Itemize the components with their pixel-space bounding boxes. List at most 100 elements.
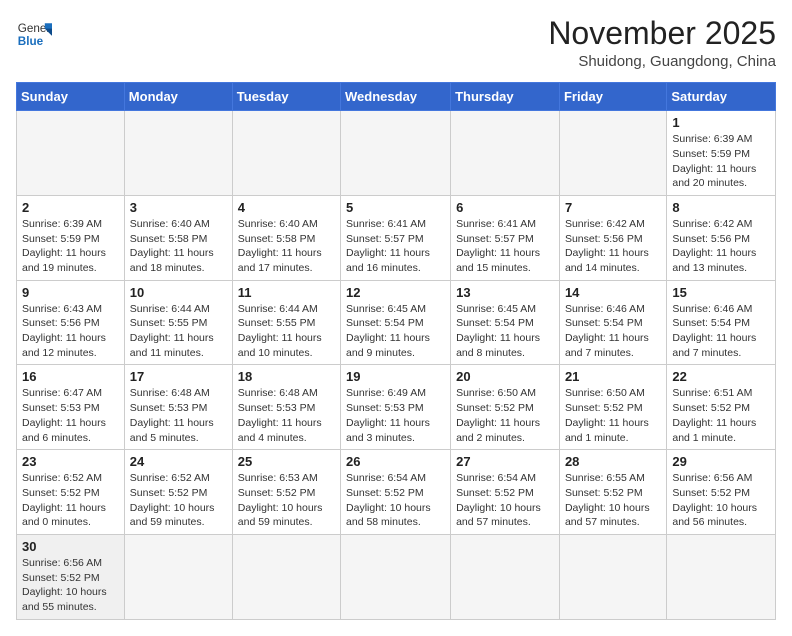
calendar-cell: 24 Sunrise: 6:52 AM Sunset: 5:52 PM Dayli…	[124, 450, 232, 535]
page-header: General Blue November 2025 Shuidong, Gua…	[16, 16, 776, 70]
weekday-header-sunday: Sunday	[17, 83, 125, 111]
day-info: Sunrise: 6:51 AM Sunset: 5:52 PM Dayligh…	[672, 386, 770, 445]
calendar-cell: 2 Sunrise: 6:39 AM Sunset: 5:59 PM Daylig…	[17, 195, 125, 280]
logo: General Blue	[16, 16, 52, 52]
day-number: 1	[672, 115, 770, 130]
calendar-cell	[451, 111, 560, 196]
day-number: 19	[346, 369, 445, 384]
day-info: Sunrise: 6:40 AM Sunset: 5:58 PM Dayligh…	[238, 217, 335, 276]
calendar-cell	[124, 111, 232, 196]
day-number: 7	[565, 200, 661, 215]
day-number: 8	[672, 200, 770, 215]
day-info: Sunrise: 6:39 AM Sunset: 5:59 PM Dayligh…	[672, 132, 770, 191]
calendar-cell: 4Sunrise: 6:40 AM Sunset: 5:58 PM Daylig…	[232, 195, 340, 280]
day-number: 29	[672, 454, 770, 469]
calendar-week-row: 16 Sunrise: 6:47 AM Sunset: 5:53 PM Dayli…	[17, 365, 776, 450]
weekday-header-thursday: Thursday	[451, 83, 560, 111]
day-number: 2	[22, 200, 119, 215]
calendar-cell	[667, 534, 776, 619]
day-number: 27	[456, 454, 554, 469]
day-info: Sunrise: 6:39 AM Sunset: 5:59 PM Dayligh…	[22, 217, 119, 276]
day-number: 25	[238, 454, 335, 469]
day-info: Sunrise: 6:46 AM Sunset: 5:54 PM Dayligh…	[672, 302, 770, 361]
day-info: Sunrise: 6:46 AM Sunset: 5:54 PM Dayligh…	[565, 302, 661, 361]
calendar-cell: 28Sunrise: 6:55 AM Sunset: 5:52 PM Dayli…	[559, 450, 666, 535]
calendar-cell: 22 Sunrise: 6:51 AM Sunset: 5:52 PM Dayli…	[667, 365, 776, 450]
calendar-cell	[341, 534, 451, 619]
weekday-header-friday: Friday	[559, 83, 666, 111]
day-info: Sunrise: 6:41 AM Sunset: 5:57 PM Dayligh…	[346, 217, 445, 276]
title-block: November 2025 Shuidong, Guangdong, China	[548, 16, 776, 70]
calendar-cell: 11 Sunrise: 6:44 AM Sunset: 5:55 PM Dayli…	[232, 280, 340, 365]
weekday-header-tuesday: Tuesday	[232, 83, 340, 111]
calendar-week-row: 30Sunrise: 6:56 AM Sunset: 5:52 PM Dayli…	[17, 534, 776, 619]
day-number: 17	[130, 369, 227, 384]
calendar-cell: 9 Sunrise: 6:43 AM Sunset: 5:56 PM Daylig…	[17, 280, 125, 365]
calendar-cell: 29Sunrise: 6:56 AM Sunset: 5:52 PM Dayli…	[667, 450, 776, 535]
calendar-week-row: 1 Sunrise: 6:39 AM Sunset: 5:59 PM Daylig…	[17, 111, 776, 196]
day-info: Sunrise: 6:43 AM Sunset: 5:56 PM Dayligh…	[22, 302, 119, 361]
day-number: 18	[238, 369, 335, 384]
day-number: 24	[130, 454, 227, 469]
day-info: Sunrise: 6:52 AM Sunset: 5:52 PM Dayligh…	[22, 471, 119, 530]
day-info: Sunrise: 6:50 AM Sunset: 5:52 PM Dayligh…	[456, 386, 554, 445]
calendar-cell: 13Sunrise: 6:45 AM Sunset: 5:54 PM Dayli…	[451, 280, 560, 365]
calendar-cell: 25 Sunrise: 6:53 AM Sunset: 5:52 PM Dayli…	[232, 450, 340, 535]
day-info: Sunrise: 6:48 AM Sunset: 5:53 PM Dayligh…	[238, 386, 335, 445]
calendar-week-row: 23Sunrise: 6:52 AM Sunset: 5:52 PM Dayli…	[17, 450, 776, 535]
calendar-cell: 5Sunrise: 6:41 AM Sunset: 5:57 PM Daylig…	[341, 195, 451, 280]
day-number: 16	[22, 369, 119, 384]
calendar-cell: 1 Sunrise: 6:39 AM Sunset: 5:59 PM Daylig…	[667, 111, 776, 196]
day-info: Sunrise: 6:47 AM Sunset: 5:53 PM Dayligh…	[22, 386, 119, 445]
day-number: 14	[565, 285, 661, 300]
day-info: Sunrise: 6:54 AM Sunset: 5:52 PM Dayligh…	[346, 471, 445, 530]
day-info: Sunrise: 6:55 AM Sunset: 5:52 PM Dayligh…	[565, 471, 661, 530]
calendar-cell: 16 Sunrise: 6:47 AM Sunset: 5:53 PM Dayli…	[17, 365, 125, 450]
calendar-cell: 21 Sunrise: 6:50 AM Sunset: 5:52 PM Dayli…	[559, 365, 666, 450]
calendar-cell: 23Sunrise: 6:52 AM Sunset: 5:52 PM Dayli…	[17, 450, 125, 535]
calendar-cell	[232, 534, 340, 619]
calendar-cell	[451, 534, 560, 619]
calendar-cell: 19Sunrise: 6:49 AM Sunset: 5:53 PM Dayli…	[341, 365, 451, 450]
day-number: 11	[238, 285, 335, 300]
day-info: Sunrise: 6:50 AM Sunset: 5:52 PM Dayligh…	[565, 386, 661, 445]
calendar-week-row: 9 Sunrise: 6:43 AM Sunset: 5:56 PM Daylig…	[17, 280, 776, 365]
calendar-cell: 10Sunrise: 6:44 AM Sunset: 5:55 PM Dayli…	[124, 280, 232, 365]
day-number: 12	[346, 285, 445, 300]
calendar-cell: 17 Sunrise: 6:48 AM Sunset: 5:53 PM Dayli…	[124, 365, 232, 450]
day-number: 22	[672, 369, 770, 384]
day-number: 10	[130, 285, 227, 300]
calendar-cell	[232, 111, 340, 196]
day-number: 20	[456, 369, 554, 384]
calendar-table: SundayMondayTuesdayWednesdayThursdayFrid…	[16, 82, 776, 620]
calendar-cell: 8Sunrise: 6:42 AM Sunset: 5:56 PM Daylig…	[667, 195, 776, 280]
day-number: 3	[130, 200, 227, 215]
calendar-cell: 3 Sunrise: 6:40 AM Sunset: 5:58 PM Daylig…	[124, 195, 232, 280]
day-info: Sunrise: 6:45 AM Sunset: 5:54 PM Dayligh…	[456, 302, 554, 361]
calendar-week-row: 2 Sunrise: 6:39 AM Sunset: 5:59 PM Daylig…	[17, 195, 776, 280]
day-number: 21	[565, 369, 661, 384]
calendar-cell: 18 Sunrise: 6:48 AM Sunset: 5:53 PM Dayli…	[232, 365, 340, 450]
weekday-header-wednesday: Wednesday	[341, 83, 451, 111]
day-number: 30	[22, 539, 119, 554]
calendar-cell: 7 Sunrise: 6:42 AM Sunset: 5:56 PM Daylig…	[559, 195, 666, 280]
month-title: November 2025	[548, 16, 776, 51]
calendar-cell: 15Sunrise: 6:46 AM Sunset: 5:54 PM Dayli…	[667, 280, 776, 365]
day-info: Sunrise: 6:42 AM Sunset: 5:56 PM Dayligh…	[565, 217, 661, 276]
day-info: Sunrise: 6:45 AM Sunset: 5:54 PM Dayligh…	[346, 302, 445, 361]
day-info: Sunrise: 6:41 AM Sunset: 5:57 PM Dayligh…	[456, 217, 554, 276]
day-number: 26	[346, 454, 445, 469]
calendar-cell	[559, 534, 666, 619]
day-info: Sunrise: 6:48 AM Sunset: 5:53 PM Dayligh…	[130, 386, 227, 445]
calendar-cell: 6 Sunrise: 6:41 AM Sunset: 5:57 PM Daylig…	[451, 195, 560, 280]
day-info: Sunrise: 6:52 AM Sunset: 5:52 PM Dayligh…	[130, 471, 227, 530]
day-number: 9	[22, 285, 119, 300]
day-info: Sunrise: 6:40 AM Sunset: 5:58 PM Dayligh…	[130, 217, 227, 276]
day-info: Sunrise: 6:44 AM Sunset: 5:55 PM Dayligh…	[238, 302, 335, 361]
weekday-header-monday: Monday	[124, 83, 232, 111]
day-info: Sunrise: 6:53 AM Sunset: 5:52 PM Dayligh…	[238, 471, 335, 530]
weekday-header-saturday: Saturday	[667, 83, 776, 111]
day-number: 6	[456, 200, 554, 215]
logo-icon: General Blue	[16, 16, 52, 52]
day-info: Sunrise: 6:54 AM Sunset: 5:52 PM Dayligh…	[456, 471, 554, 530]
